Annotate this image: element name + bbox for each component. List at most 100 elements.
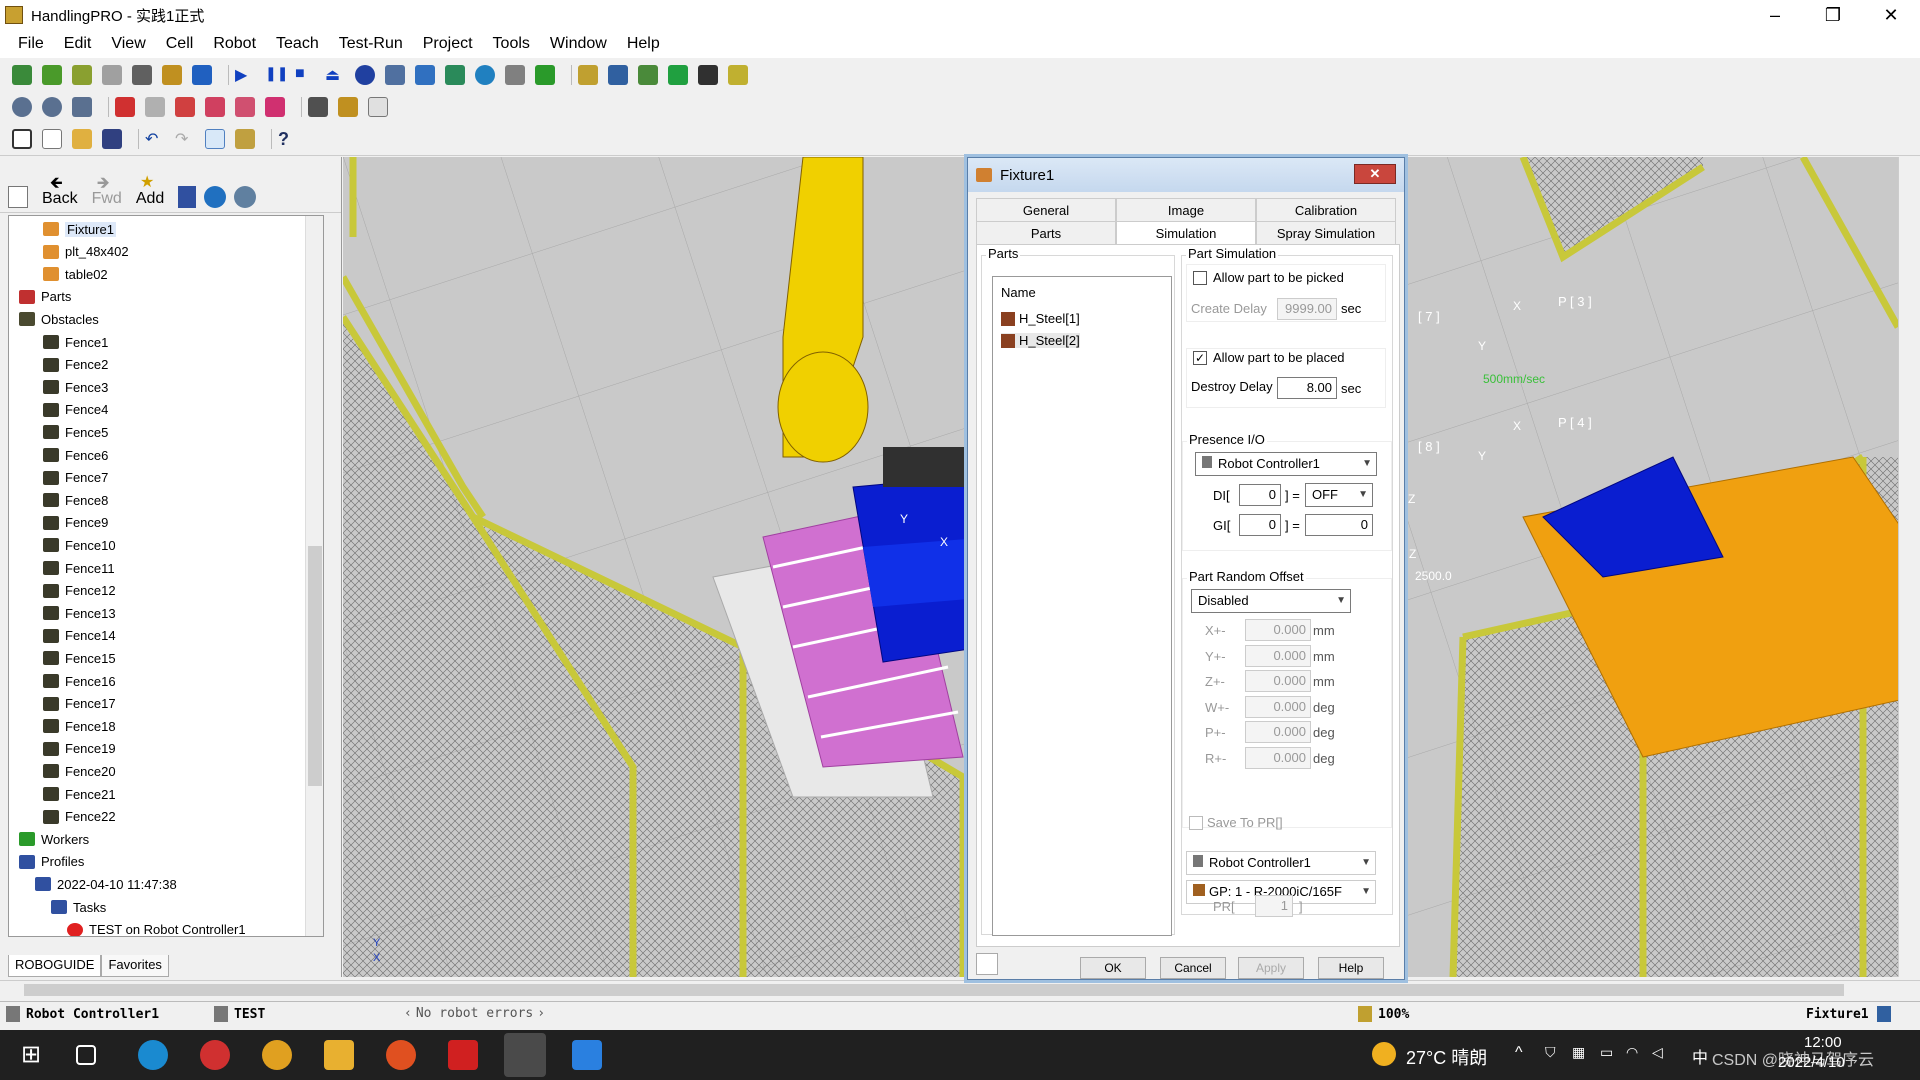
menu-help[interactable]: Help (627, 35, 660, 53)
fwd-button[interactable]: 🡺 Fwd (92, 172, 122, 208)
help-tree-icon[interactable] (234, 186, 257, 208)
menu-cell[interactable]: Cell (166, 35, 194, 53)
online-icon[interactable] (698, 65, 718, 85)
tree-item[interactable]: Parts (19, 286, 71, 308)
stop-icon[interactable]: ■ (295, 65, 315, 85)
tree-item[interactable]: Workers (19, 828, 89, 850)
viewport-hscroll[interactable] (0, 980, 1920, 1000)
offset-input[interactable]: 0.000 (1245, 619, 1311, 641)
tab-roboguide[interactable]: ROBOGUIDE (8, 955, 102, 977)
tree-item[interactable]: 2022-04-10 11:47:38 (35, 873, 177, 895)
run-icon[interactable]: ▶ (235, 65, 255, 85)
feishu-icon[interactable] (572, 1040, 602, 1070)
abort-icon[interactable] (355, 65, 375, 85)
coordinate-icon[interactable] (132, 65, 152, 85)
tray-chevron-icon[interactable]: ^ (1515, 1044, 1523, 1062)
cell-tree-icon[interactable] (205, 128, 225, 149)
tree-item[interactable]: Fence1 (43, 331, 108, 353)
menu-tools[interactable]: Tools (493, 35, 530, 53)
help-button[interactable]: Help (1318, 957, 1384, 979)
destroy-delay-input[interactable]: 8.00 (1277, 377, 1337, 399)
status-zoom[interactable]: 100% (1358, 1006, 1409, 1022)
collision-icon[interactable] (728, 65, 748, 85)
chrome-icon[interactable] (262, 1040, 292, 1070)
tree-item[interactable]: table02 (43, 263, 108, 285)
handlingpro-taskbar-icon[interactable] (504, 1033, 546, 1077)
tree-item[interactable]: Fence6 (43, 444, 108, 466)
rotate-icon[interactable] (175, 97, 195, 117)
zoom-window-icon[interactable] (72, 97, 92, 117)
check-icon[interactable] (668, 65, 688, 85)
tree-item[interactable]: Fence4 (43, 399, 108, 421)
zoom-in-icon[interactable] (12, 97, 32, 117)
menu-robot[interactable]: Robot (213, 35, 256, 53)
tab-parts[interactable]: Parts (976, 221, 1116, 245)
tab-image[interactable]: Image (1116, 198, 1256, 222)
frame-icon[interactable] (102, 65, 122, 85)
grid-icon[interactable] (12, 128, 32, 149)
tree-item[interactable]: Obstacles (19, 308, 99, 330)
close-button[interactable]: ✕ (1862, 0, 1920, 30)
gi-index-input[interactable]: 0 (1239, 514, 1281, 536)
parts-list[interactable]: Name H_Steel[1] H_Steel[2] (992, 276, 1172, 936)
maximize-button[interactable]: ❐ (1804, 0, 1862, 30)
link-icon[interactable] (235, 97, 255, 117)
weather-icon[interactable] (1372, 1042, 1396, 1066)
sign-icon[interactable] (505, 65, 525, 85)
teach-pendant-icon[interactable] (12, 65, 32, 85)
tree-item[interactable]: Fence8 (43, 489, 108, 511)
allow-picked-checkbox[interactable] (1193, 271, 1207, 285)
tree-item[interactable]: Fence9 (43, 512, 108, 534)
volume-icon[interactable]: ◁ (1652, 1044, 1663, 1061)
offset-input[interactable]: 0.000 (1245, 670, 1311, 692)
shield-icon[interactable]: ⛉ (1545, 1044, 1556, 1061)
tree-item[interactable]: Fence17 (43, 693, 116, 715)
di-index-input[interactable]: 0 (1239, 484, 1281, 506)
ok-button[interactable]: OK (1080, 957, 1146, 979)
unlink-icon[interactable] (265, 97, 285, 117)
part-icon[interactable] (578, 65, 598, 85)
jog-icon[interactable] (72, 65, 92, 85)
tree-item[interactable]: TEST on Robot Controller1 (67, 919, 246, 936)
weather-text[interactable]: 27°C 晴朗 (1406, 1044, 1487, 1070)
tree-item[interactable]: Fence5 (43, 421, 108, 443)
menu-file[interactable]: File (18, 35, 44, 53)
target-icon[interactable] (475, 65, 495, 85)
menu-view[interactable]: View (111, 35, 145, 53)
tree-item[interactable]: Fence12 (43, 580, 116, 602)
allow-placed-checkbox[interactable]: ✓ (1193, 351, 1207, 365)
pause-icon[interactable]: ❚❚ (265, 65, 288, 85)
undo-icon[interactable]: ↶ (145, 129, 165, 149)
offset-input[interactable]: 0.000 (1245, 746, 1311, 769)
wps-icon[interactable] (448, 1040, 478, 1070)
viewport-vscroll[interactable] (1898, 157, 1920, 977)
tree-item[interactable]: Fence20 (43, 760, 116, 782)
tree-item[interactable]: Fence21 (43, 783, 116, 805)
eject-icon[interactable]: ⏏ (325, 65, 345, 85)
presence-controller-select[interactable]: Robot Controller1 ▼ (1195, 452, 1377, 476)
start-icon[interactable]: ⊞ (16, 1040, 46, 1070)
hand-icon[interactable] (368, 97, 388, 117)
chart-icon[interactable] (235, 128, 255, 149)
refresh-tree-icon[interactable] (204, 186, 227, 208)
file-explorer-icon[interactable] (324, 1040, 354, 1070)
tab-spray-simulation[interactable]: Spray Simulation (1256, 221, 1396, 245)
save-pr-checkbox[interactable] (1189, 816, 1203, 830)
tab-favorites[interactable]: Favorites (101, 955, 169, 977)
tree-item[interactable]: Fence2 (43, 354, 108, 376)
menu-project[interactable]: Project (423, 35, 473, 53)
pr-controller-select[interactable]: Robot Controller1 ▼ (1186, 851, 1376, 875)
list-item[interactable]: H_Steel[1] (1001, 311, 1080, 326)
create-delay-input[interactable]: 9999.00 (1277, 298, 1337, 320)
offset-input[interactable]: 0.000 (1245, 721, 1311, 743)
edge-icon[interactable] (138, 1040, 168, 1070)
tree-item[interactable]: Fence14 (43, 625, 116, 647)
worker-icon[interactable] (535, 65, 555, 85)
status-controller[interactable]: Robot Controller1 (6, 1006, 159, 1022)
tree-item[interactable]: Fence18 (43, 715, 116, 737)
ruler-icon[interactable] (338, 97, 358, 117)
tree-item[interactable]: plt_48x402 (43, 241, 129, 263)
apply-button[interactable]: Apply (1238, 957, 1304, 979)
back-button[interactable]: 🡸 Back (42, 172, 78, 208)
menu-test-run[interactable]: Test-Run (339, 35, 403, 53)
